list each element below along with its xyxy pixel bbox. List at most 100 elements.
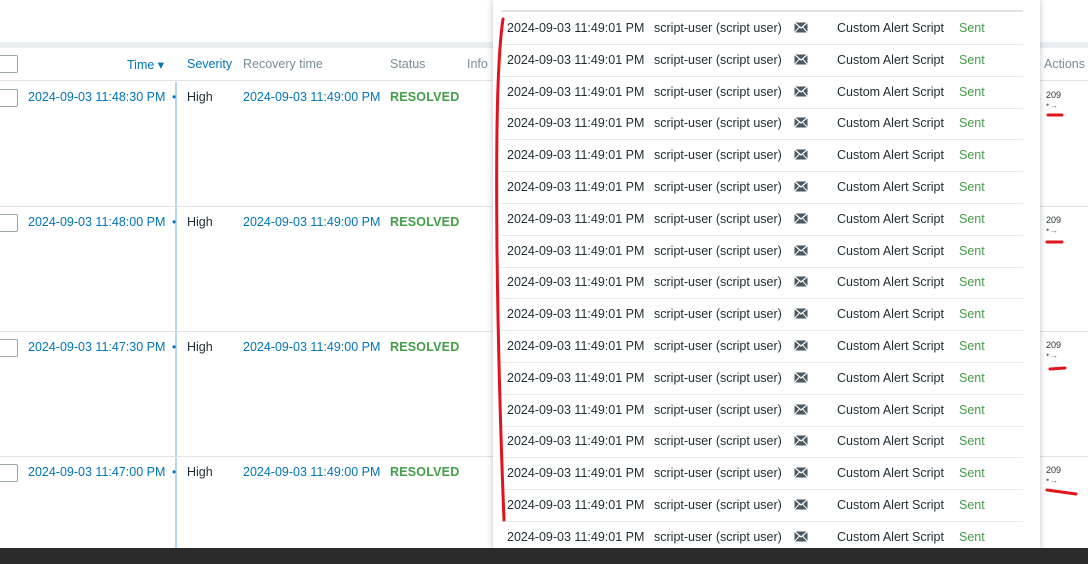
envelope-icon <box>794 435 808 447</box>
action-time: 2024-09-03 11:49:01 PM <box>507 275 645 290</box>
problems-view: Time ▾ Severity Recovery time Status Inf… <box>0 0 1088 548</box>
action-media-type: Custom Alert Script <box>837 466 944 481</box>
problem-time-link[interactable]: 2024-09-03 11:48:00 PM <box>28 215 165 229</box>
action-status: Sent <box>959 339 985 353</box>
status-badge: RESOLVED <box>390 340 460 354</box>
action-media-type: Custom Alert Script <box>837 148 944 163</box>
column-header-actions: Actions <box>1044 57 1085 71</box>
envelope-icon <box>794 181 808 192</box>
column-header-info: Info <box>467 57 488 71</box>
recovery-time-link[interactable]: 2024-09-03 11:49:00 PM <box>243 340 380 354</box>
action-media-type: Custom Alert Script <box>837 180 944 194</box>
row-checkbox[interactable] <box>0 339 18 357</box>
action-time: 2024-09-03 11:49:01 PM <box>507 307 645 322</box>
popup-action-row: 2024-09-03 11:49:01 PM script-user (scrip… <box>501 203 1023 236</box>
recovery-time-link[interactable]: 2024-09-03 11:49:00 PM <box>243 90 380 104</box>
action-time: 2024-09-03 11:49:01 PM <box>507 211 645 226</box>
timeline-dot: • <box>172 215 177 229</box>
popup-action-row: 2024-09-03 11:49:01 PM script-user (scrip… <box>501 521 1023 548</box>
action-time: 2024-09-03 11:49:01 PM <box>507 180 645 194</box>
timeline-dot: • <box>172 90 177 104</box>
action-status: Sent <box>959 275 985 290</box>
actions-indicator[interactable]: 209 •→ <box>1046 215 1061 235</box>
action-user: script-user (script user) <box>654 307 782 322</box>
column-header-time[interactable]: Time ▾ <box>127 57 164 72</box>
action-status: Sent <box>959 434 985 449</box>
row-checkbox[interactable] <box>0 214 18 232</box>
envelope-icon <box>794 340 808 351</box>
row-checkbox[interactable] <box>0 464 18 482</box>
actions-count: 209 <box>1046 215 1062 225</box>
action-media-type: Custom Alert Script <box>837 434 944 449</box>
action-status: Sent <box>959 116 985 131</box>
popup-action-row: 2024-09-03 11:49:01 PM script-user (scrip… <box>501 330 1023 363</box>
action-user: script-user (script user) <box>654 275 782 290</box>
action-time: 2024-09-03 11:49:01 PM <box>507 466 645 481</box>
actions-indicator[interactable]: 209 •→ <box>1046 340 1061 360</box>
select-all-checkbox[interactable] <box>0 55 18 73</box>
action-user: script-user (script user) <box>654 529 782 544</box>
actions-popup: 2024-09-03 11:49:01 PM script-user (scrip… <box>493 0 1040 548</box>
severity-value: High <box>187 90 213 104</box>
column-header-status: Status <box>390 57 426 71</box>
popup-action-row: 2024-09-03 11:49:01 PM script-user (scrip… <box>501 362 1023 395</box>
action-user: script-user (script user) <box>654 243 782 258</box>
column-header-recovery-time: Recovery time <box>243 57 323 71</box>
action-user: script-user (script user) <box>654 116 782 131</box>
action-user: script-user (script user) <box>654 466 782 481</box>
actions-count: 209 <box>1046 90 1062 100</box>
action-time: 2024-09-03 11:49:01 PM <box>507 84 645 99</box>
actions-arrow-icon: •→ <box>1046 100 1059 110</box>
severity-value: High <box>187 465 213 479</box>
status-badge: RESOLVED <box>390 90 460 104</box>
action-time: 2024-09-03 11:49:01 PM <box>507 529 645 544</box>
row-checkbox[interactable] <box>0 89 18 107</box>
problem-time-link[interactable]: 2024-09-03 11:48:30 PM <box>28 90 165 104</box>
timeline-dot: • <box>172 340 177 354</box>
action-user: script-user (script user) <box>654 52 782 67</box>
envelope-icon <box>794 276 808 288</box>
action-media-type: Custom Alert Script <box>837 21 944 35</box>
popup-action-row: 2024-09-03 11:49:01 PM script-user (scrip… <box>501 394 1023 427</box>
popup-action-row: 2024-09-03 11:49:01 PM script-user (scrip… <box>501 425 1023 459</box>
envelope-icon <box>794 22 808 33</box>
envelope-icon <box>794 53 808 65</box>
envelope-icon <box>794 403 808 415</box>
action-media-type: Custom Alert Script <box>837 339 944 353</box>
action-status: Sent <box>959 466 985 481</box>
envelope-icon <box>794 212 808 224</box>
envelope-icon <box>794 371 808 383</box>
action-user: script-user (script user) <box>654 339 782 353</box>
action-user: script-user (script user) <box>654 148 782 163</box>
envelope-icon <box>794 149 808 161</box>
actions-arrow-icon: •→ <box>1046 225 1059 235</box>
popup-action-row: 2024-09-03 11:49:01 PM script-user (scrip… <box>501 139 1023 173</box>
status-badge: RESOLVED <box>390 215 460 229</box>
actions-indicator[interactable]: 209 •→ <box>1046 90 1061 110</box>
envelope-icon <box>794 499 808 510</box>
column-header-severity[interactable]: Severity <box>187 57 232 71</box>
action-status: Sent <box>959 52 985 67</box>
recovery-time-link[interactable]: 2024-09-03 11:49:00 PM <box>243 215 380 229</box>
action-status: Sent <box>959 243 985 258</box>
actions-arrow-icon: •→ <box>1046 350 1059 360</box>
problem-time-link[interactable]: 2024-09-03 11:47:00 PM <box>28 465 165 479</box>
envelope-icon <box>794 117 808 129</box>
popup-action-row: 2024-09-03 11:49:01 PM script-user (scrip… <box>501 76 1023 109</box>
action-time: 2024-09-03 11:49:01 PM <box>507 148 645 163</box>
problem-time-link[interactable]: 2024-09-03 11:47:30 PM <box>28 340 165 354</box>
action-time: 2024-09-03 11:49:01 PM <box>507 402 645 417</box>
action-status: Sent <box>959 84 985 99</box>
action-media-type: Custom Alert Script <box>837 307 944 322</box>
recovery-time-link[interactable]: 2024-09-03 11:49:00 PM <box>243 465 380 479</box>
popup-action-row: 2024-09-03 11:49:01 PM script-user (scrip… <box>501 235 1023 268</box>
action-time: 2024-09-03 11:49:01 PM <box>507 243 645 258</box>
action-status: Sent <box>959 180 985 194</box>
action-user: script-user (script user) <box>654 180 782 194</box>
actions-indicator[interactable]: 209 •→ <box>1046 465 1061 485</box>
envelope-icon <box>794 308 808 320</box>
action-time: 2024-09-03 11:49:01 PM <box>507 434 645 449</box>
action-status: Sent <box>959 370 985 385</box>
severity-value: High <box>187 215 213 229</box>
actions-arrow-icon: •→ <box>1046 475 1059 485</box>
